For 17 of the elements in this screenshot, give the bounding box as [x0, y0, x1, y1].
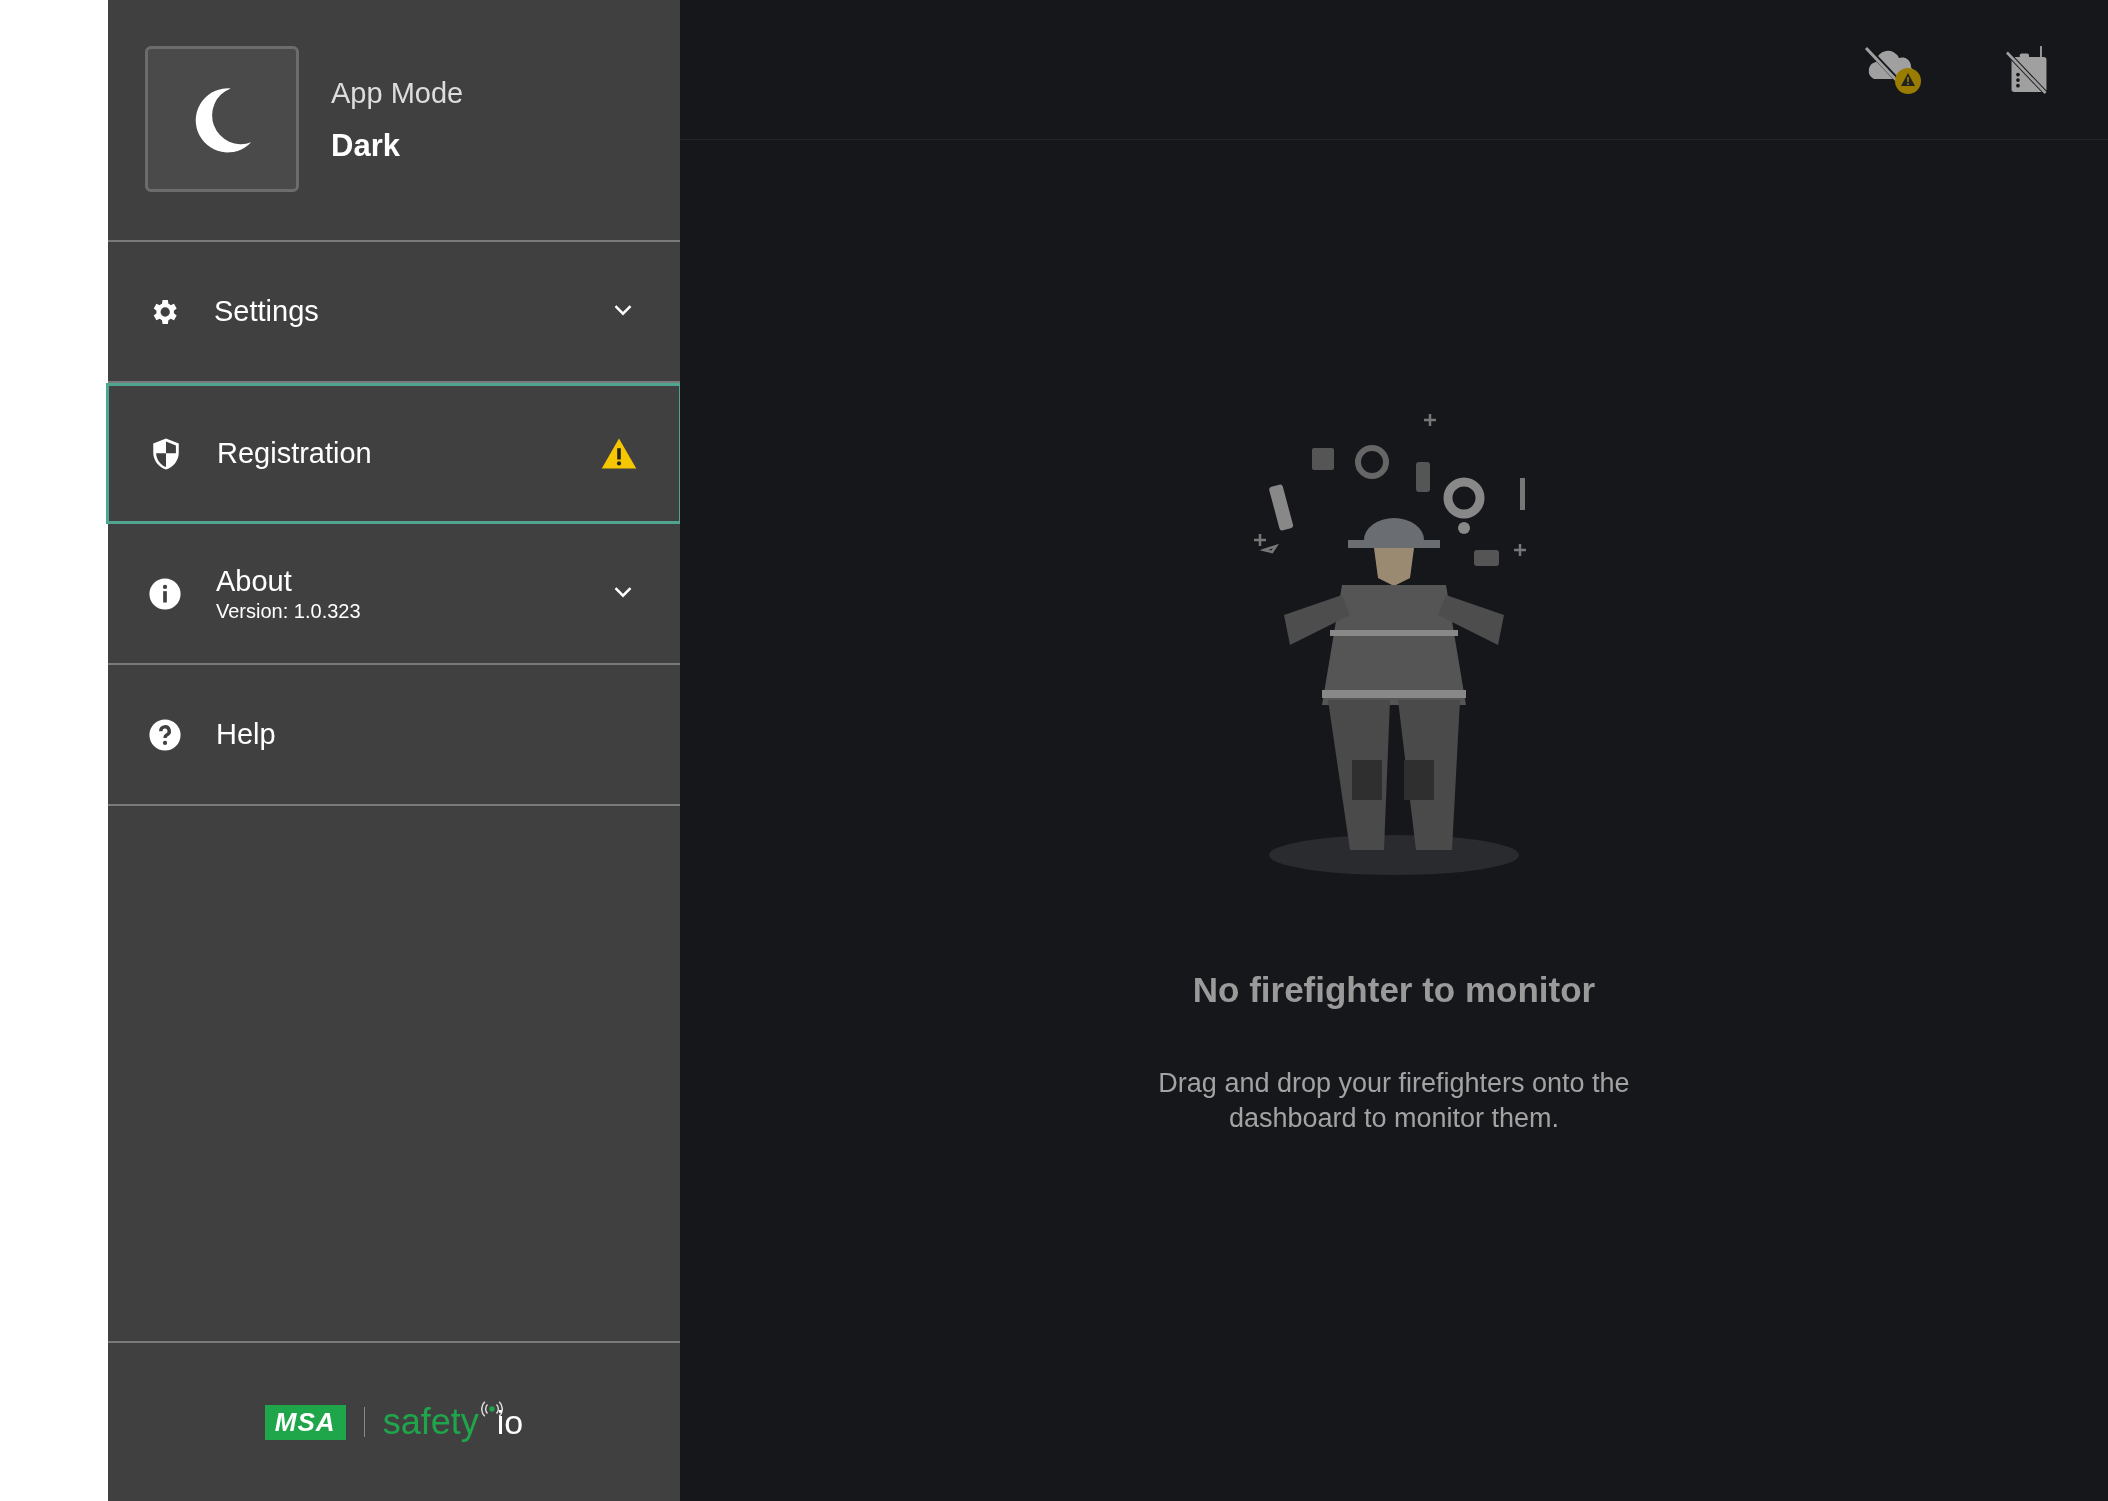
- app-mode-label: App Mode: [331, 76, 464, 110]
- menu-item-label: Help: [216, 718, 277, 751]
- brand-logo: MSA: [264, 1404, 346, 1440]
- menu-item-label: Registration: [217, 437, 373, 470]
- product-logo-suffix: io: [496, 1402, 524, 1442]
- app-mode-value: Dark: [331, 127, 401, 164]
- info-icon: [148, 576, 182, 611]
- warning-icon: [601, 437, 637, 470]
- empty-state-title: No firefighter to monitor: [1192, 970, 1596, 1010]
- product-logo: safety: [382, 1401, 479, 1443]
- empty-state-message: Drag and drop your firefighters onto the dashboard to monitor them.: [1157, 1067, 1631, 1135]
- menu-item[interactable]: Registration: [106, 383, 682, 524]
- help-icon: [148, 717, 182, 752]
- menu-item-label: About: [216, 564, 293, 598]
- dark-mode-button[interactable]: [145, 45, 299, 192]
- menu-item-label: Settings: [214, 295, 320, 328]
- version-label: Version: 1.0.323: [216, 599, 362, 623]
